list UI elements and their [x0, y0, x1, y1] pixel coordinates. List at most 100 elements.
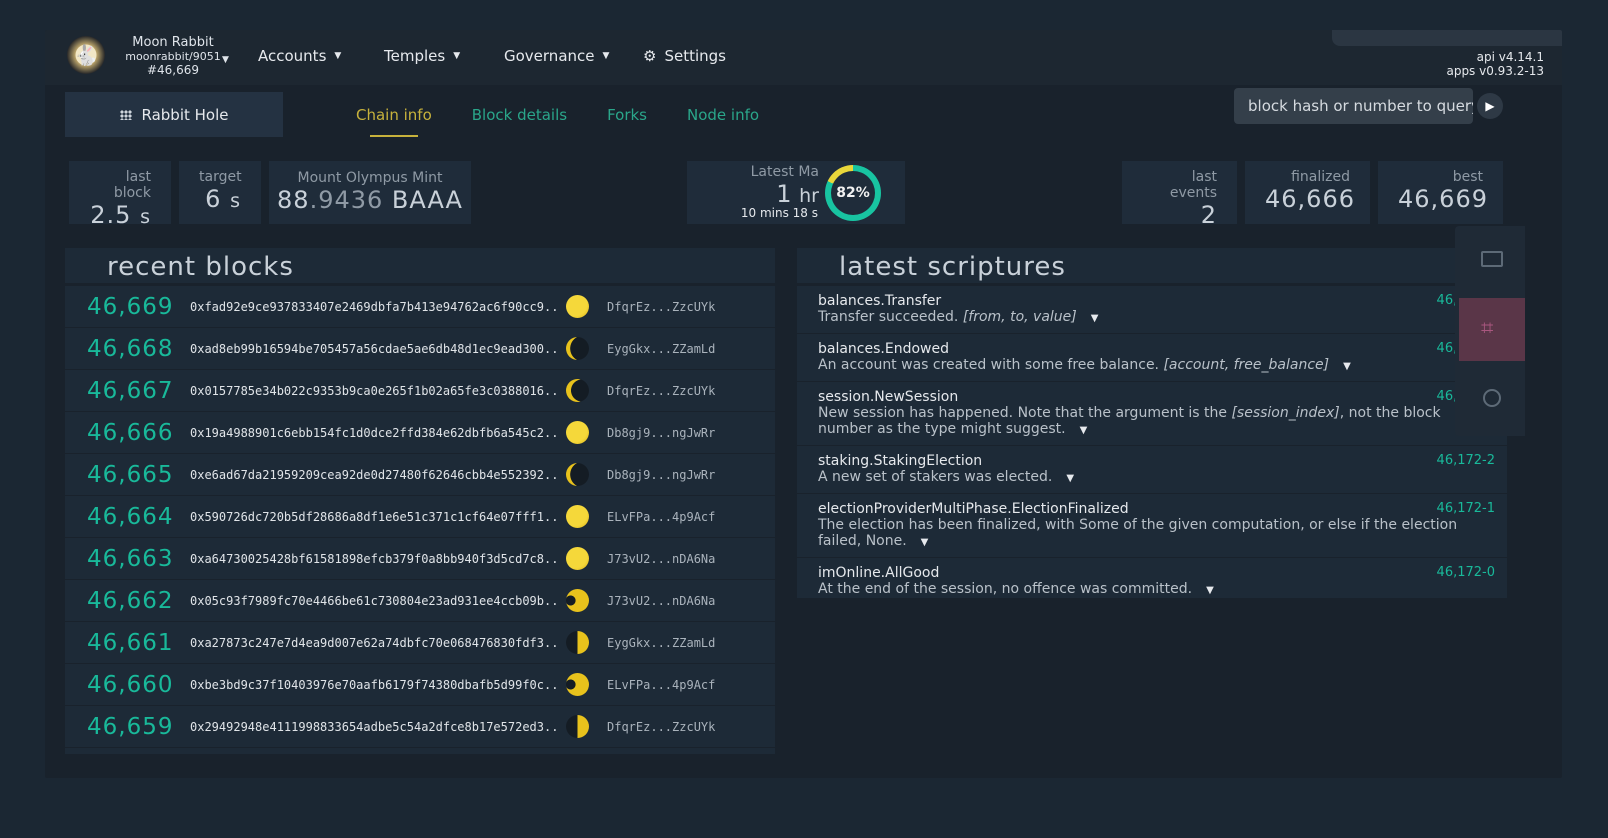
monitor-icon[interactable] [1481, 251, 1503, 267]
block-author[interactable]: EygGkx...ZZamLd [607, 342, 715, 356]
block-number[interactable]: 46,663 [65, 546, 190, 572]
api-version: api v4.14.1 [1476, 50, 1544, 64]
moon-phase-icon [566, 631, 589, 654]
block-row[interactable]: 46,659 0x29492948e4111998833654adbe5c54a2… [65, 706, 775, 748]
block-hash[interactable]: 0x590726dc720b5df28686a8df1e6e51c371c1cf… [190, 510, 560, 524]
block-row[interactable]: 46,667 0x0157785e34b022c9353b9ca0e265f1b0… [65, 370, 775, 412]
event-id[interactable]: 46,172-2 [1437, 453, 1495, 468]
nav-accounts[interactable]: Accounts ▼ [258, 47, 341, 65]
block-number[interactable]: 46,668 [65, 336, 190, 362]
block-number[interactable]: 46,669 [65, 294, 190, 320]
block-author[interactable]: DfqrEz...ZzcUYk [607, 720, 715, 734]
moon-phase-icon [566, 715, 589, 738]
block-row[interactable]: 46,664 0x590726dc720b5df28686a8df1e6e51c3… [65, 496, 775, 538]
chevron-down-icon[interactable]: ▼ [921, 535, 929, 551]
block-author[interactable]: Db8gj9...ngJwRr [607, 426, 715, 440]
block-hash[interactable]: 0xfad92e9ce937833407e2469dbfa7b413e94762… [190, 300, 560, 314]
block-number[interactable]: 46,665 [65, 462, 190, 488]
event-row[interactable]: imOnline.AllGood At the end of the sessio… [797, 558, 1507, 606]
moon-phase-icon [566, 547, 589, 570]
event-description: The election has been finalized, with So… [818, 517, 1458, 551]
block-hash[interactable]: 0xe6ad67da21959209cea92de0d27480f62646cb… [190, 468, 560, 482]
event-row[interactable]: balances.Transfer Transfer succeeded. [fr… [797, 286, 1507, 334]
section-selector[interactable]: Rabbit Hole [65, 92, 283, 137]
event-name: balances.Transfer [818, 293, 942, 309]
tab-node-info[interactable]: Node info [687, 106, 759, 124]
chain-block: #46,669 [146, 63, 200, 77]
tab-forks[interactable]: Forks [607, 106, 647, 124]
nav-settings[interactable]: ⚙ Settings [643, 47, 726, 65]
block-author[interactable]: J73vU2...nDA6Na [607, 552, 715, 566]
block-hash[interactable]: 0xbe3bd9c37f10403976e70aafb6179f74380dba… [190, 678, 560, 692]
block-author[interactable]: EygGkx...ZZamLd [607, 636, 715, 650]
block-row[interactable]: 46,661 0xa27873c247e7d4ea9d007e62a74dbfc7… [65, 622, 775, 664]
block-row[interactable]: 46,660 0xbe3bd9c37f10403976e70aafb6179f74… [65, 664, 775, 706]
block-hash[interactable]: 0xa64730025428bf61581898efcb379f0a8bb940… [190, 552, 560, 566]
block-number[interactable]: 46,661 [65, 630, 190, 656]
moon-phase-icon [566, 673, 589, 696]
crop-button[interactable]: ⌗ [1459, 298, 1525, 361]
block-number[interactable]: 46,662 [65, 588, 190, 614]
chevron-down-icon: ▼ [222, 55, 229, 65]
block-author[interactable]: DfqrEz...ZzcUYk [607, 384, 715, 398]
gears-icon: ⚙ [643, 47, 657, 65]
event-row[interactable]: staking.StakingElection A new set of stak… [797, 446, 1507, 494]
tab-block-details[interactable]: Block details [472, 106, 567, 124]
chevron-down-icon[interactable]: ▼ [1206, 583, 1214, 599]
chain-selector[interactable]: Moon Rabbit moonrabbit/9051 #46,669 ▼ [118, 35, 229, 77]
block-author[interactable]: Db8gj9...ngJwRr [607, 468, 715, 482]
event-description: Transfer succeeded. [from, to, value] ▼ [818, 309, 1099, 327]
block-number[interactable]: 46,666 [65, 420, 190, 446]
nav-temples[interactable]: Temples ▼ [384, 47, 460, 65]
event-row[interactable]: balances.Endowed An account was created w… [797, 334, 1507, 382]
block-author[interactable]: ELvFPa...4p9Acf [607, 678, 715, 692]
block-row[interactable]: 46,662 0x05c93f7989fc70e4466be61c730804e2… [65, 580, 775, 622]
block-hash[interactable]: 0xa27873c247e7d4ea9d007e62a74dbfc70e0684… [190, 636, 560, 650]
chevron-down-icon: ▼ [602, 51, 610, 61]
apps-version: apps v0.93.2-13 [1446, 64, 1544, 78]
event-row[interactable]: electionProviderMultiPhase.ElectionFinal… [797, 494, 1507, 558]
event-id[interactable]: 46,172-1 [1437, 501, 1495, 516]
block-row[interactable]: 46,669 0xfad92e9ce937833407e2469dbfa7b413… [65, 286, 775, 328]
block-hash[interactable]: 0x05c93f7989fc70e4466be61c730804e23ad931… [190, 594, 560, 608]
chevron-down-icon[interactable]: ▼ [1343, 359, 1351, 375]
moon-phase-icon [566, 421, 589, 444]
tab-chain-info[interactable]: Chain info [356, 106, 432, 137]
event-row[interactable]: session.NewSession New session has happen… [797, 382, 1507, 446]
block-hash[interactable]: 0x29492948e4111998833654adbe5c54a2dfce8b… [190, 720, 560, 734]
top-navbar: 🐇 Moon Rabbit moonrabbit/9051 #46,669 ▼ … [45, 30, 1562, 85]
chain-id: moonrabbit/9051 [125, 50, 221, 63]
chevron-down-icon[interactable]: ▼ [1066, 471, 1074, 487]
block-number[interactable]: 46,660 [65, 672, 190, 698]
block-search-input[interactable]: block hash or number to query [1234, 88, 1473, 124]
block-number[interactable]: 46,659 [65, 714, 190, 740]
block-number[interactable]: 46,667 [65, 378, 190, 404]
stat-latest-era: Latest Ma 1 hr 10 mins 18 s 82% [687, 161, 905, 224]
chain-logo[interactable]: 🐇 [67, 36, 105, 74]
block-row[interactable]: 46,663 0xa64730025428bf61581898efcb379f0a… [65, 538, 775, 580]
event-name: imOnline.AllGood [818, 565, 940, 581]
event-description: New session has happened. Note that the … [818, 405, 1441, 439]
block-row[interactable]: 46,666 0x19a4988901c6ebb154fc1d0dce2ffd38… [65, 412, 775, 454]
block-hash[interactable]: 0x19a4988901c6ebb154fc1d0dce2ffd384e62db… [190, 426, 560, 440]
nav-governance[interactable]: Governance ▼ [504, 47, 609, 65]
moon-phase-icon [566, 337, 589, 360]
block-hash[interactable]: 0xad8eb99b16594be705457a56cdae5ae6db48d1… [190, 342, 560, 356]
event-id[interactable]: 46,172-0 [1437, 565, 1495, 580]
block-author[interactable]: DfqrEz...ZzcUYk [607, 300, 715, 314]
block-hash[interactable]: 0x0157785e34b022c9353b9ca0e265f1b02a65fe… [190, 384, 560, 398]
chevron-down-icon: ▼ [334, 51, 342, 61]
block-author[interactable]: ELvFPa...4p9Acf [607, 510, 715, 524]
block-number[interactable]: 46,664 [65, 504, 190, 530]
play-icon[interactable]: ▶ [1477, 93, 1503, 119]
block-row[interactable]: 46,665 0xe6ad67da21959209cea92de0d27480f6… [65, 454, 775, 496]
rabbit-icon: 🐇 [73, 43, 99, 67]
circle-icon[interactable] [1483, 389, 1501, 407]
chevron-down-icon[interactable]: ▼ [1080, 423, 1088, 439]
tab-bar: Chain info Block details Forks Node info [356, 106, 759, 137]
latest-scriptures-panel: latest scriptures balances.Transfer Trans… [797, 248, 1507, 606]
block-author[interactable]: J73vU2...nDA6Na [607, 594, 715, 608]
block-row[interactable]: 46,668 0xad8eb99b16594be705457a56cdae5ae6… [65, 328, 775, 370]
chevron-down-icon[interactable]: ▼ [1091, 311, 1099, 327]
event-description: A new set of stakers was elected. ▼ [818, 469, 1075, 487]
